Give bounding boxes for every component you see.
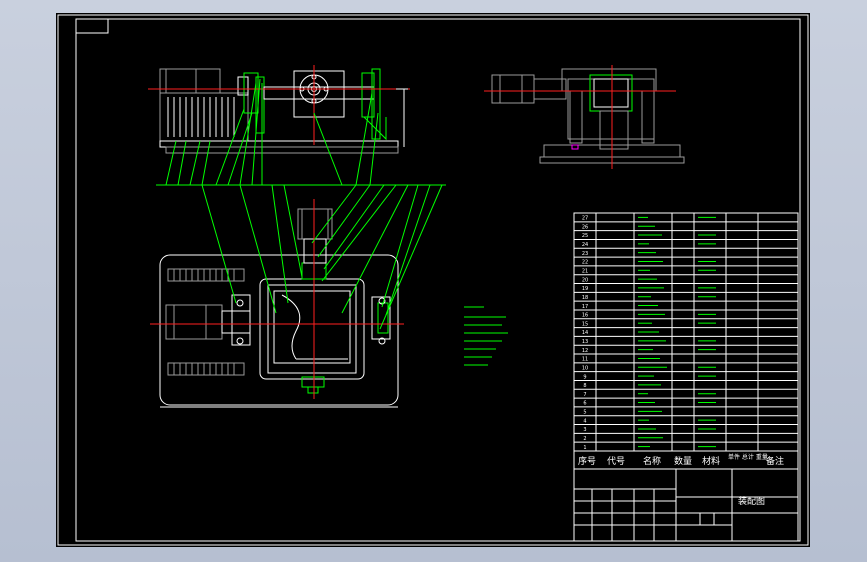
top-view: — bbox=[150, 199, 404, 408]
front-view bbox=[148, 65, 410, 154]
parts-list-header: 序号 代号 名称 数量 材料 单件 总计 重量 备注 bbox=[573, 450, 799, 470]
parts-list-item-number: 26 bbox=[582, 224, 588, 230]
parts-list-item-number: 20 bbox=[582, 277, 588, 283]
svg-text:—: — bbox=[274, 402, 278, 407]
parts-list-item-number: 6 bbox=[583, 401, 586, 407]
drawing-name: 装配图 bbox=[738, 495, 765, 507]
drawing-sheet: — 27 26 25 24 23 22 21 20 19 18 17 16 15… bbox=[56, 13, 810, 547]
parts-list-item-number: 17 bbox=[582, 304, 588, 310]
parts-list-item-number: 22 bbox=[582, 260, 588, 266]
parts-list-item-number: 14 bbox=[582, 330, 588, 336]
title-block: 装配图 bbox=[573, 468, 799, 542]
parts-list-item-number: 23 bbox=[582, 251, 588, 257]
header-qty: 数量 bbox=[674, 455, 692, 467]
parts-list-item-number: 15 bbox=[582, 321, 588, 327]
parts-list-item-number: 2 bbox=[583, 436, 586, 442]
parts-list-item-number: 25 bbox=[582, 233, 588, 239]
parts-list-item-number: 8 bbox=[583, 383, 586, 389]
parts-list-item-number: 3 bbox=[583, 427, 586, 433]
parts-list-item-number: 10 bbox=[582, 365, 588, 371]
parts-list-item-number: 21 bbox=[582, 269, 588, 275]
cad-drawing: — 27262524232221201918171615141312111098… bbox=[57, 14, 809, 546]
parts-list-item-number: 5 bbox=[583, 410, 586, 416]
parts-list-item-number: 4 bbox=[583, 418, 586, 424]
parts-list-item-number: 12 bbox=[582, 348, 588, 354]
header-code: 代号 bbox=[607, 456, 625, 467]
header-remark: 备注 bbox=[766, 455, 784, 467]
parts-list-item-number: 1 bbox=[583, 445, 586, 451]
header-material: 材料 bbox=[702, 455, 720, 467]
parts-list-item-number: 18 bbox=[582, 295, 588, 301]
parts-list-item-number: 9 bbox=[583, 374, 586, 380]
header-name: 名称 bbox=[643, 455, 661, 467]
parts-list-item-number: 11 bbox=[582, 357, 588, 363]
header-weight: 单件 总计 重量 bbox=[728, 453, 768, 461]
technical-notes bbox=[464, 306, 508, 366]
parts-list-item-number: 16 bbox=[582, 313, 588, 319]
side-view bbox=[484, 65, 685, 169]
parts-list-item-number: 13 bbox=[582, 339, 588, 345]
parts-list-item-number: 7 bbox=[583, 392, 586, 398]
outer-border bbox=[57, 14, 809, 546]
parts-list-item-number: 27 bbox=[582, 216, 588, 222]
parts-list: 2726252423222120191817161514131211109876… bbox=[573, 212, 799, 452]
parts-list-item-number: 19 bbox=[582, 286, 588, 292]
parts-list-item-number: 24 bbox=[582, 242, 588, 248]
header-seq: 序号 bbox=[578, 455, 596, 467]
corner-mark bbox=[75, 18, 109, 34]
